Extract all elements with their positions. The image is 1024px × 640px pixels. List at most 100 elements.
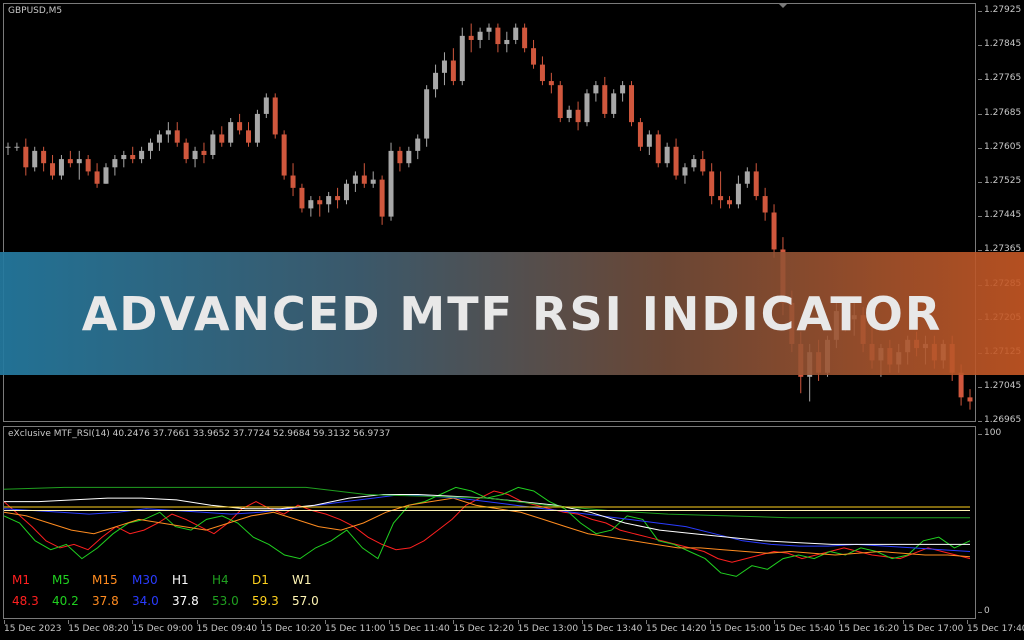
time-tick-label: 15 Dec 11:40 — [389, 620, 450, 634]
candle-body — [958, 372, 964, 398]
time-tick-label: 15 Dec 10:20 — [260, 620, 322, 634]
time-tick-label: 15 Dec 14:20 — [646, 620, 707, 634]
price-tick-label: 1.27445 — [977, 210, 1022, 221]
candle-body — [32, 150, 38, 168]
candle-body — [477, 31, 483, 40]
candle-body — [103, 167, 109, 184]
candle-body — [611, 93, 617, 114]
candle-body — [335, 196, 341, 201]
candle-body — [753, 171, 759, 197]
candle-body — [664, 146, 670, 164]
price-tick-label: 1.27045 — [977, 381, 1022, 392]
rsi-line-h4 — [3, 486, 970, 519]
rsi-axis: 100 0 — [977, 426, 1024, 619]
candle-body — [709, 171, 715, 197]
candle-body — [539, 64, 545, 82]
rsi-legend-value: 37.8 — [92, 594, 119, 608]
banner-title: ADVANCED MTF RSI INDICATOR — [81, 286, 943, 341]
candle-body — [299, 187, 305, 209]
price-tick-label: 1.27605 — [977, 141, 1022, 152]
candle-body — [727, 200, 732, 205]
candle-body — [967, 397, 973, 402]
candle-body — [620, 85, 626, 94]
rsi-legend-timeframe: H4 — [212, 573, 229, 587]
rsi-legend-timeframe: M5 — [52, 573, 70, 587]
candle-body — [343, 183, 349, 201]
time-tick-label: 15 Dec 09:40 — [196, 620, 258, 634]
candle-body — [370, 179, 376, 184]
candle-body — [139, 150, 145, 160]
candle-body — [655, 134, 661, 164]
candle-body — [441, 60, 447, 73]
rsi-legend-value: 37.8 — [172, 594, 199, 608]
rsi-tick-label: 0 — [978, 606, 990, 616]
candle-body — [41, 150, 47, 164]
candle-body — [192, 150, 198, 160]
rsi-legend-timeframe: H1 — [172, 573, 189, 587]
rsi-legend-value: 40.2 — [52, 594, 79, 608]
candle-body — [415, 138, 421, 151]
rsi-legend-value: 57.0 — [292, 594, 319, 608]
rsi-legend-timeframe: M30 — [132, 573, 158, 587]
candle-body — [94, 171, 100, 184]
price-tick-label: 1.27765 — [977, 73, 1022, 84]
rsi-legend-value: 34.0 — [132, 594, 159, 608]
rsi-legend-value: 59.3 — [252, 594, 279, 608]
candle-body — [272, 97, 278, 135]
candle-body — [575, 109, 581, 123]
candle-body — [691, 159, 697, 168]
time-axis: 15 Dec 2023 15 Dec 08:20 15 Dec 09:00 15 De… — [0, 620, 1024, 640]
candle-body — [397, 150, 403, 164]
time-tick-label: 15 Dec 17:00 — [902, 620, 964, 634]
candle-body — [281, 134, 287, 176]
candle-body — [682, 167, 688, 176]
candle-body — [637, 122, 643, 147]
candle-body — [23, 146, 29, 168]
candle-body — [531, 48, 537, 65]
time-tick-label: 15 Dec 17:40 — [967, 620, 1024, 634]
shift-marker-icon — [779, 4, 787, 8]
price-tick-label: 1.27925 — [977, 5, 1022, 15]
candle-body — [548, 81, 554, 86]
candle-body — [522, 27, 528, 49]
candle-body — [584, 93, 590, 123]
rsi-legend-timeframe: M15 — [92, 573, 118, 587]
rsi-legend-value: 53.0 — [212, 594, 239, 608]
candle-body — [566, 109, 572, 119]
candle-body — [593, 85, 599, 94]
candle-body — [735, 183, 741, 205]
time-tick-label: 15 Dec 09:00 — [132, 620, 193, 634]
time-tick-label: 15 Dec 13:00 — [517, 620, 579, 634]
candle-body — [450, 60, 456, 82]
candle-body — [424, 89, 430, 139]
time-tick-label: 15 Dec 2023 — [4, 620, 62, 634]
candle-body — [130, 154, 136, 160]
candle-body — [5, 146, 11, 148]
candle-body — [112, 159, 118, 168]
time-tick-label: 15 Dec 15:00 — [710, 620, 771, 634]
price-tick-label: 1.27525 — [977, 176, 1022, 186]
candle-body — [673, 146, 679, 176]
candle-body — [14, 146, 20, 148]
candle-body — [771, 212, 777, 250]
candle-body — [308, 200, 314, 209]
candle-body — [468, 35, 474, 40]
candle-body — [513, 27, 519, 40]
candle-body — [67, 159, 73, 164]
rsi-line-m5 — [3, 486, 971, 577]
candle-body — [58, 159, 64, 176]
candle-body — [165, 130, 171, 135]
candle-body — [210, 134, 216, 155]
candle-body — [629, 85, 635, 123]
candle-body — [700, 159, 706, 172]
price-tick-label: 1.26965 — [977, 415, 1022, 426]
candle-body — [459, 35, 465, 82]
candle-body — [326, 196, 332, 205]
candle-body — [379, 179, 385, 217]
candle-body — [174, 130, 180, 143]
candle-body — [486, 27, 492, 32]
candle-body — [237, 122, 243, 131]
candle-body — [744, 171, 750, 184]
candle-body — [406, 150, 412, 164]
candle-body — [148, 142, 154, 151]
